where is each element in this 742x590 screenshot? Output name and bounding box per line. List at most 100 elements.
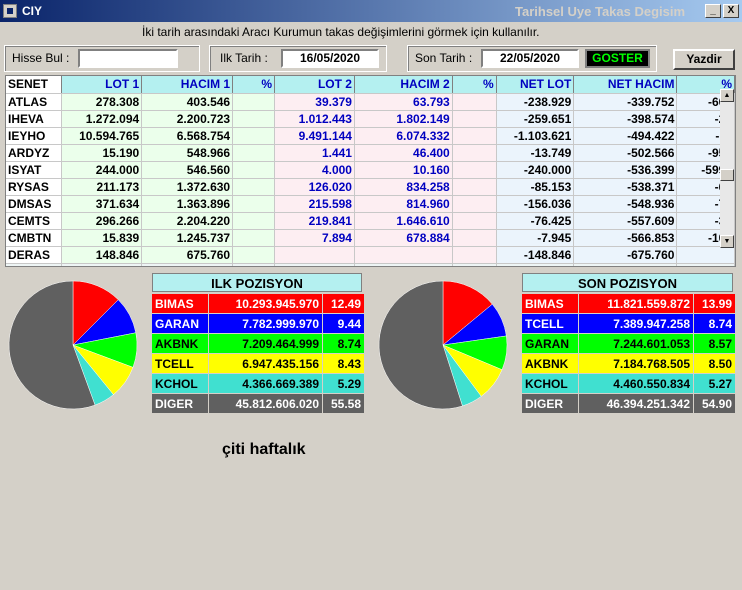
grid-cell bbox=[452, 195, 497, 213]
scroll-down-icon[interactable]: ▼ bbox=[720, 235, 734, 248]
grid-cell: -502.566 bbox=[573, 144, 678, 162]
position-name: BIMAS bbox=[151, 293, 209, 314]
takas-grid[interactable]: SENET LOT 1 HACIM 1% LOT 2 HACIM 2% NET LOT NE… bbox=[5, 75, 736, 267]
grid-total-cell bbox=[676, 263, 735, 266]
grid-cell: ATLAS bbox=[6, 93, 63, 111]
grid-cell bbox=[232, 195, 276, 213]
grid-header-1[interactable]: LOT 1 bbox=[61, 76, 143, 94]
position-value: 45.812.606.020 bbox=[208, 393, 323, 414]
grid-cell: -85.153 bbox=[496, 178, 575, 196]
position-value: 4.460.550.834 bbox=[578, 373, 694, 394]
grid-cell bbox=[452, 110, 497, 128]
goster-button[interactable]: GOSTER bbox=[585, 49, 650, 68]
table-row[interactable]: DERAS 148.846 675.760 -148.846 -675.760 bbox=[6, 246, 735, 264]
minimize-button[interactable]: _ bbox=[705, 4, 721, 18]
position-name: AKBNK bbox=[151, 333, 209, 354]
grid-header-2[interactable]: HACIM 1 bbox=[141, 76, 234, 94]
table-row[interactable]: CEMTS 296.266 2.204.220 219.841 1.646.610 -76… bbox=[6, 212, 735, 230]
grid-cell: ARDYZ bbox=[6, 144, 63, 162]
grid-cell bbox=[232, 144, 276, 162]
position-value: 6.947.435.156 bbox=[208, 353, 323, 374]
grid-cell: CMBTN bbox=[6, 229, 63, 247]
position-name: DIGER bbox=[151, 393, 209, 414]
grid-total-cell: 9.469.368.780 bbox=[61, 263, 143, 266]
table-row[interactable]: ISYAT 244.000 546.560 4.000 10.160 -240.000 -5… bbox=[6, 161, 735, 179]
position-name: TCELL bbox=[521, 313, 579, 334]
grid-total-cell: 100,00 bbox=[452, 263, 497, 266]
position-value: 46.394.251.342 bbox=[578, 393, 694, 414]
grid-cell: IHEVA bbox=[6, 110, 63, 128]
grid-cell: RYSAS bbox=[6, 178, 63, 196]
grid-cell: -538.371 bbox=[573, 178, 678, 196]
grid-cell: 1.802.149 bbox=[354, 110, 453, 128]
position-row: TCELL 6.947.435.156 8.43 bbox=[151, 353, 365, 374]
position-row: KCHOL 4.366.669.389 5.29 bbox=[151, 373, 365, 394]
position-pct: 5.29 bbox=[322, 373, 365, 394]
grid-cell: 244.000 bbox=[61, 161, 143, 179]
grid-cell: -557.609 bbox=[573, 212, 678, 230]
grid-cell: 278.308 bbox=[61, 93, 143, 111]
grid-cell: 296.266 bbox=[61, 212, 143, 230]
grid-cell: 219.841 bbox=[274, 212, 355, 230]
grid-cell: 10.160 bbox=[354, 161, 453, 179]
grid-cell: 39.379 bbox=[274, 93, 355, 111]
close-button[interactable]: X bbox=[723, 4, 739, 18]
grid-cell: 1.245.737 bbox=[141, 229, 234, 247]
grid-cell: 15.839 bbox=[61, 229, 143, 247]
search-label: Hisse Bul : bbox=[12, 51, 70, 65]
position-pct: 8.74 bbox=[693, 313, 736, 334]
grid-cell: 834.258 bbox=[354, 178, 453, 196]
position-row: KCHOL 4.460.550.834 5.27 bbox=[521, 373, 736, 394]
grid-vertical-scrollbar[interactable]: ▲ ▼ bbox=[720, 89, 734, 248]
position-row: GARAN 7.244.601.053 8.57 bbox=[521, 333, 736, 354]
grid-cell: -566.853 bbox=[573, 229, 678, 247]
grid-cell: 9.491.144 bbox=[274, 127, 355, 145]
grid-cell bbox=[452, 161, 497, 179]
table-row[interactable]: IHEVA 1.272.094 2.200.723 1.012.443 1.802.14… bbox=[6, 110, 735, 128]
grid-header-4[interactable]: LOT 2 bbox=[274, 76, 355, 94]
table-row[interactable]: ARDYZ 15.190 548.966 1.441 46.400 -13.749 -502… bbox=[6, 144, 735, 162]
grid-header-0[interactable]: SENET bbox=[6, 76, 63, 94]
grid-cell bbox=[452, 246, 497, 264]
table-row[interactable]: IEYHO 10.594.765 6.568.754 9.491.144 6.074.3… bbox=[6, 127, 735, 145]
grid-cell: 6.568.754 bbox=[141, 127, 234, 145]
scroll-up-icon[interactable]: ▲ bbox=[720, 89, 734, 102]
grid-cell: 678.884 bbox=[354, 229, 453, 247]
grid-cell: 15.190 bbox=[61, 144, 143, 162]
table-row[interactable]: CMBTN 15.839 1.245.737 7.894 678.884 -7.945 -5… bbox=[6, 229, 735, 247]
grid-header-3[interactable]: % bbox=[232, 76, 276, 94]
position-row: AKBNK 7.184.768.505 8.50 bbox=[521, 353, 736, 374]
yazdir-button[interactable]: Yazdir bbox=[673, 49, 735, 70]
position-value: 10.293.945.970 bbox=[208, 293, 323, 314]
start-date-label: Ilk Tarih : bbox=[220, 51, 268, 65]
position-value: 7.782.999.970 bbox=[208, 313, 323, 334]
grid-cell: 548.966 bbox=[141, 144, 234, 162]
table-row[interactable]: ATLAS 278.308 403.546 39.379 63.793 -238.929-… bbox=[6, 93, 735, 111]
scroll-thumb[interactable] bbox=[720, 169, 734, 181]
grid-header-6[interactable]: % bbox=[452, 76, 497, 94]
grid-cell: 211.173 bbox=[61, 178, 143, 196]
grid-cell: 675.760 bbox=[141, 246, 234, 264]
position-pct: 9.44 bbox=[322, 313, 365, 334]
grid-header-8[interactable]: NET HACIM bbox=[573, 76, 678, 94]
position-row: BIMAS 10.293.945.970 12.49 bbox=[151, 293, 365, 314]
grid-cell: 6.074.332 bbox=[354, 127, 453, 145]
end-date-field[interactable]: 22/05/2020 bbox=[481, 49, 579, 68]
table-row[interactable]: DMSAS 371.634 1.363.896 215.598 814.960 -156.… bbox=[6, 195, 735, 213]
grid-cell: -1.103.621 bbox=[496, 127, 575, 145]
table-row[interactable]: RYSAS 211.173 1.372.630 126.020 834.258 -85.1… bbox=[6, 178, 735, 196]
position-pct: 8.74 bbox=[322, 333, 365, 354]
grid-cell bbox=[232, 93, 276, 111]
position-value: 7.244.601.053 bbox=[578, 333, 694, 354]
grid-header-5[interactable]: HACIM 2 bbox=[354, 76, 453, 94]
position-value: 7.184.768.505 bbox=[578, 353, 694, 374]
grid-cell: CEMTS bbox=[6, 212, 63, 230]
grid-header-7[interactable]: NET LOT bbox=[496, 76, 575, 94]
grid-cell: -536.399 bbox=[573, 161, 678, 179]
search-input[interactable] bbox=[78, 49, 178, 68]
grid-cell: 46.400 bbox=[354, 144, 453, 162]
grid-cell: -339.752 bbox=[573, 93, 678, 111]
start-date-field[interactable]: 16/05/2020 bbox=[281, 49, 379, 68]
grid-total-cell bbox=[496, 263, 575, 266]
grid-cell: 126.020 bbox=[274, 178, 355, 196]
